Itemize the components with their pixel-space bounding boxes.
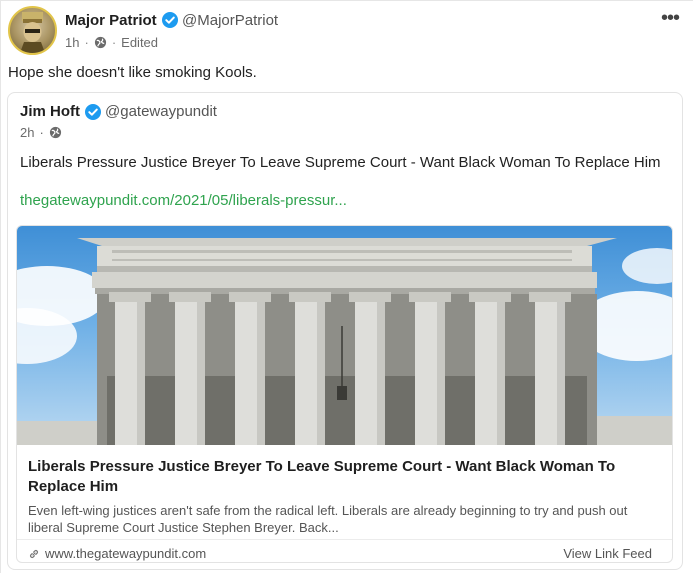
globe-icon xyxy=(49,126,61,139)
link-card-source[interactable]: www.thegatewaypundit.com xyxy=(28,546,206,561)
more-dots-icon[interactable]: ••• xyxy=(658,8,682,33)
author-handle[interactable]: @MajorPatriot xyxy=(182,12,278,29)
verified-icon xyxy=(85,104,101,120)
quoted-time[interactable]: 2h xyxy=(20,125,34,140)
post-meta: 1h · · Edited xyxy=(65,35,158,50)
quoted-meta: 2h · xyxy=(20,125,62,140)
avatar[interactable] xyxy=(8,6,57,55)
link-card-title[interactable]: Liberals Pressure Justice Breyer To Leav… xyxy=(28,457,658,497)
link-card-description: Even left-wing justices aren't safe from… xyxy=(28,503,628,535)
quoted-author-name[interactable]: Jim Hoft xyxy=(20,103,80,120)
separator-dot: · xyxy=(39,125,44,140)
separator-dot: · xyxy=(84,35,89,50)
verified-icon xyxy=(162,12,178,28)
quoted-link[interactable]: thegatewaypundit.com/2021/05/liberals-pr… xyxy=(20,192,347,209)
author-name[interactable]: Major Patriot xyxy=(65,12,157,29)
view-link-feed-button[interactable]: View Link Feed xyxy=(563,546,652,561)
quoted-text: Liberals Pressure Justice Breyer To Leav… xyxy=(20,154,661,171)
post-time[interactable]: 1h xyxy=(65,35,79,50)
supreme-court-building-photo[interactable] xyxy=(17,226,672,445)
quoted-author-handle[interactable]: @gatewaypundit xyxy=(105,103,217,120)
separator-dot: · xyxy=(111,35,117,50)
link-preview-card[interactable]: Liberals Pressure Justice Breyer To Leav… xyxy=(16,225,673,563)
avatar-image xyxy=(20,12,45,53)
edited-label[interactable]: Edited xyxy=(121,35,158,50)
globe-icon[interactable] xyxy=(94,36,107,49)
card-divider xyxy=(17,539,672,540)
link-card-domain[interactable]: www.thegatewaypundit.com xyxy=(45,546,206,561)
link-icon xyxy=(29,549,39,558)
post-card: Major Patriot @MajorPatriot 1h · · Edite… xyxy=(0,0,693,573)
post-text: Hope she doesn't like smoking Kools. xyxy=(8,64,257,81)
quoted-post[interactable]: Jim Hoft @gatewaypundit 2h · Liberals Pr… xyxy=(7,92,683,570)
